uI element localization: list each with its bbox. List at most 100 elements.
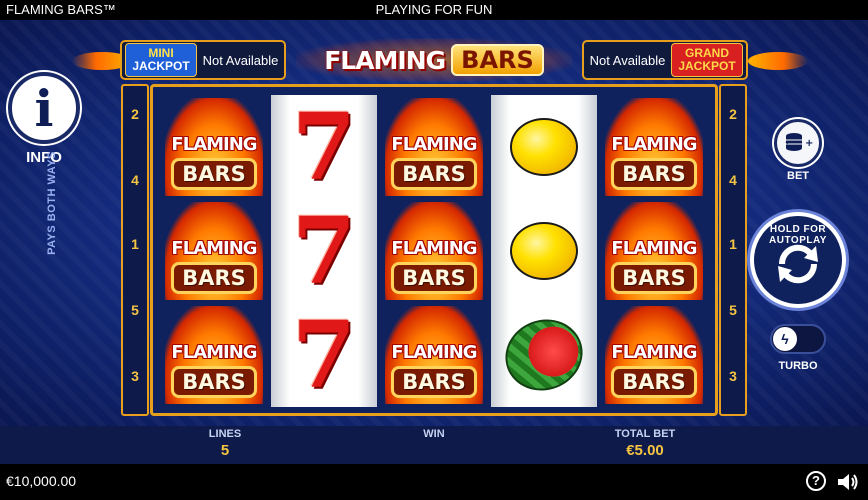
symbol-text-bars: BARS bbox=[391, 158, 477, 190]
symbol-text-flaming: FLAMING bbox=[171, 342, 257, 363]
lemon-symbol bbox=[510, 222, 578, 280]
reel-cell: FLAMING BARS bbox=[381, 199, 487, 303]
svg-text:‹: ‹ bbox=[785, 138, 789, 148]
logo-word-flaming: FLAMING bbox=[324, 45, 446, 75]
payline-strip-left: 2 4 1 5 3 bbox=[121, 84, 149, 416]
total-bet-label: TOTAL BET bbox=[614, 428, 676, 440]
flaming-bars-symbol: FLAMING BARS bbox=[165, 306, 263, 404]
lines-stat: LINES 5 bbox=[190, 428, 260, 459]
reel-cell bbox=[491, 95, 597, 199]
flaming-bars-symbol: FLAMING BARS bbox=[605, 202, 703, 300]
payline-number: 4 bbox=[131, 172, 139, 188]
symbol-text-flaming: FLAMING bbox=[391, 134, 477, 155]
mini-jackpot-line2: JACKPOT bbox=[132, 59, 190, 73]
symbol-text-flaming: FLAMING bbox=[391, 238, 477, 259]
balance-display: €10,000.00 bbox=[6, 473, 77, 489]
total-bet-stat: TOTAL BET €5.00 bbox=[600, 428, 690, 459]
help-icon[interactable]: ? bbox=[806, 471, 826, 491]
turbo-label: TURBO bbox=[778, 360, 818, 372]
symbol-text-bars: BARS bbox=[171, 366, 257, 398]
payline-number: 1 bbox=[131, 236, 139, 252]
reel-cell: 7 bbox=[271, 199, 377, 303]
flaming-bars-symbol: FLAMING BARS bbox=[605, 98, 703, 196]
payline-number: 5 bbox=[729, 302, 737, 318]
play-mode-label: PLAYING FOR FUN bbox=[375, 2, 493, 17]
flaming-bars-symbol: FLAMING BARS bbox=[385, 202, 483, 300]
flame-decoration-right bbox=[748, 52, 808, 70]
sound-icon[interactable] bbox=[836, 471, 860, 493]
reel-cell: 7 bbox=[271, 303, 377, 407]
flaming-bars-symbol: FLAMING BARS bbox=[165, 98, 263, 196]
reel-cell: FLAMING BARS bbox=[601, 303, 707, 407]
reel-2: 7 7 7 bbox=[271, 95, 377, 407]
payline-number: 5 bbox=[131, 302, 139, 318]
pays-both-ways-label: PAYS BOTH WAYS bbox=[46, 151, 58, 255]
game-info-bar: LINES 5 WIN TOTAL BET €5.00 bbox=[0, 426, 868, 464]
seven-symbol: 7 bbox=[291, 93, 356, 201]
symbol-text-bars: BARS bbox=[611, 366, 697, 398]
lines-value: 5 bbox=[220, 442, 230, 459]
reel-cell: FLAMING BARS bbox=[161, 303, 267, 407]
footer-bar: €10,000.00 ? bbox=[0, 464, 868, 500]
mini-jackpot-status: Not Available bbox=[202, 52, 279, 68]
symbol-text-flaming: FLAMING bbox=[171, 134, 257, 155]
watermelon-symbol bbox=[495, 308, 593, 402]
win-stat: WIN bbox=[399, 428, 469, 442]
symbol-text-flaming: FLAMING bbox=[171, 238, 257, 259]
reel-frame: FLAMING BARS FLAMING BARS FLAMING BARS 7… bbox=[150, 84, 718, 416]
grand-jackpot-panel: Not Available GRAND JACKPOT bbox=[582, 40, 748, 80]
bet-label: BET bbox=[787, 170, 809, 182]
mini-jackpot-panel: MINI JACKPOT Not Available bbox=[120, 40, 286, 80]
grand-jackpot-badge: GRAND JACKPOT bbox=[671, 43, 743, 77]
seven-symbol: 7 bbox=[291, 197, 356, 305]
symbol-text-bars: BARS bbox=[391, 262, 477, 294]
turbo-toggle[interactable]: ϟ bbox=[770, 324, 826, 354]
payline-number: 1 bbox=[729, 236, 737, 252]
game-logo: FLAMING BARS bbox=[296, 38, 572, 82]
reel-cell bbox=[491, 199, 597, 303]
reel-cell: FLAMING BARS bbox=[161, 95, 267, 199]
mini-jackpot-badge: MINI JACKPOT bbox=[125, 43, 197, 77]
payline-strip-right: 2 4 1 5 3 bbox=[719, 84, 747, 416]
flaming-bars-symbol: FLAMING BARS bbox=[385, 98, 483, 196]
reel-cell: FLAMING BARS bbox=[601, 199, 707, 303]
win-label: WIN bbox=[423, 428, 445, 440]
grand-jackpot-line2: JACKPOT bbox=[678, 59, 736, 73]
reel-cell: 7 bbox=[271, 95, 377, 199]
info-icon: i bbox=[34, 78, 54, 138]
payline-number: 4 bbox=[729, 172, 737, 188]
symbol-text-bars: BARS bbox=[171, 262, 257, 294]
spin-button[interactable]: HOLD FOR AUTOPLAY bbox=[750, 212, 846, 308]
info-label: INFO bbox=[26, 149, 62, 166]
symbol-text-bars: BARS bbox=[611, 262, 697, 294]
reel-3: FLAMING BARS FLAMING BARS FLAMING BARS bbox=[381, 95, 487, 407]
svg-text:+: + bbox=[805, 138, 813, 149]
reel-1: FLAMING BARS FLAMING BARS FLAMING BARS bbox=[161, 95, 267, 407]
info-button[interactable]: i bbox=[8, 72, 80, 144]
lines-label: LINES bbox=[208, 428, 242, 440]
coin-stack-icon: ‹ + bbox=[785, 133, 813, 151]
payline-number: 2 bbox=[729, 106, 737, 122]
grand-jackpot-status: Not Available bbox=[589, 52, 666, 68]
symbol-text-flaming: FLAMING bbox=[611, 342, 697, 363]
symbol-text-flaming: FLAMING bbox=[391, 342, 477, 363]
reel-5: FLAMING BARS FLAMING BARS FLAMING BARS bbox=[601, 95, 707, 407]
reel-cell: FLAMING BARS bbox=[601, 95, 707, 199]
symbol-text-flaming: FLAMING bbox=[611, 134, 697, 155]
flaming-bars-symbol: FLAMING BARS bbox=[605, 306, 703, 404]
bet-button[interactable]: ‹ + bbox=[774, 119, 822, 167]
top-bar: FLAMING BARS™ PLAYING FOR FUN bbox=[0, 0, 868, 20]
reel-cell bbox=[491, 303, 597, 407]
symbol-text-bars: BARS bbox=[391, 366, 477, 398]
symbol-text-bars: BARS bbox=[611, 158, 697, 190]
game-stage: MINI JACKPOT Not Available FLAMING BARS … bbox=[0, 20, 868, 426]
reel-cell: FLAMING BARS bbox=[381, 95, 487, 199]
total-bet-value: €5.00 bbox=[626, 442, 664, 459]
lightning-icon: ϟ bbox=[773, 327, 797, 351]
flaming-bars-symbol: FLAMING BARS bbox=[385, 306, 483, 404]
logo-word-bars: BARS bbox=[451, 44, 544, 76]
seven-symbol: 7 bbox=[291, 301, 356, 409]
reel-4 bbox=[491, 95, 597, 407]
lemon-symbol bbox=[510, 118, 578, 176]
spin-arrows-icon bbox=[778, 244, 818, 284]
